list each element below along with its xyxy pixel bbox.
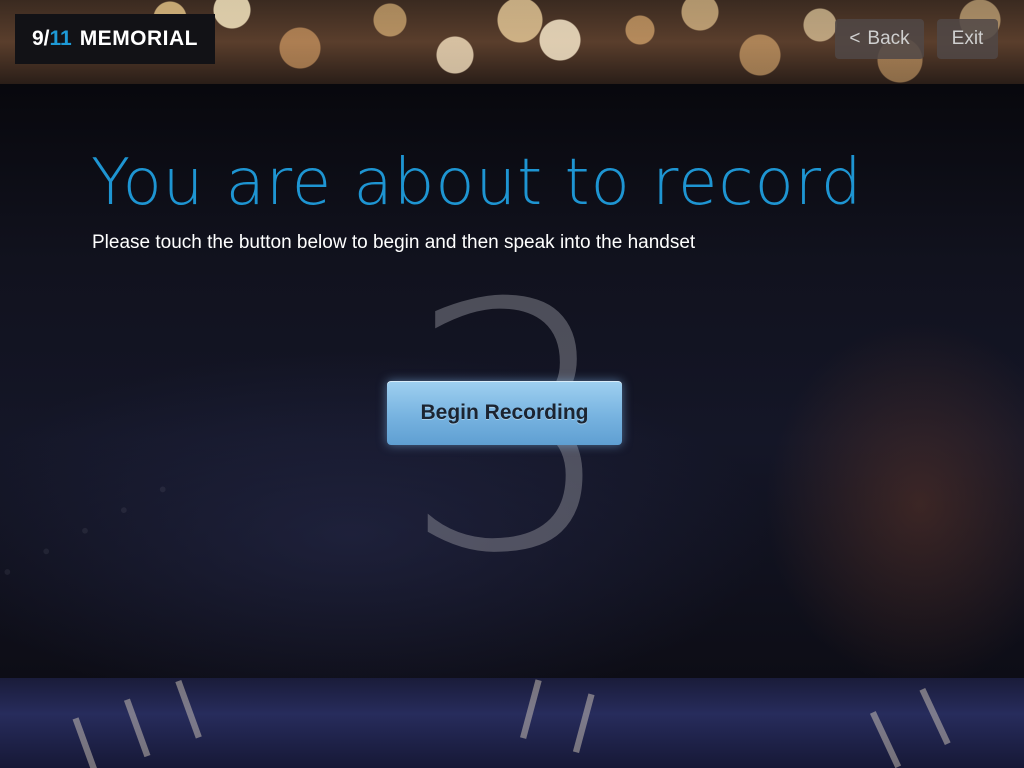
- background-engraving: · · · · ·: [0, 460, 189, 599]
- background-engraving-right: | |: [859, 678, 964, 768]
- back-button[interactable]: < Back: [835, 19, 924, 59]
- exit-button-label: Exit: [951, 28, 984, 49]
- background-engraving-left: | | |: [62, 678, 216, 768]
- background-engraving-center: | |: [512, 678, 611, 758]
- back-button-label: Back: [867, 28, 910, 49]
- begin-recording-button[interactable]: Begin Recording: [387, 381, 622, 445]
- recording-screen: · · · · · | | | | | | | 9/ 11 MEMORIAL <…: [0, 0, 1024, 768]
- logo-word: MEMORIAL: [79, 27, 199, 50]
- logo-eleven: 11: [49, 27, 72, 50]
- background-bottom-image: | | | | | | |: [0, 678, 1024, 768]
- logo-nine: 9/: [31, 27, 50, 50]
- memorial-logo: 9/ 11 MEMORIAL: [15, 14, 215, 64]
- exit-button[interactable]: Exit: [937, 19, 998, 59]
- page-title: You are about to record: [91, 146, 863, 220]
- chevron-left-icon: <: [849, 28, 861, 49]
